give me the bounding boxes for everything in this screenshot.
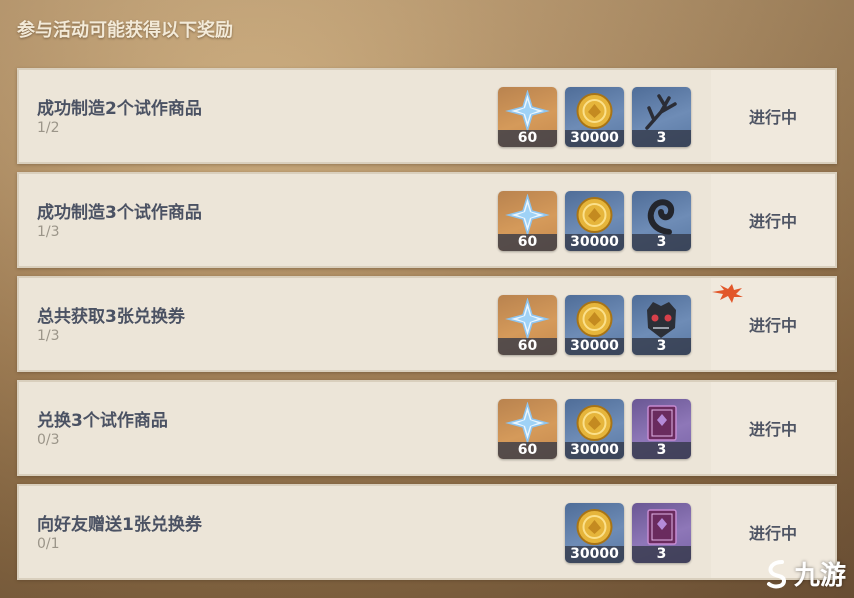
page-title: 参与活动可能获得以下奖励 (17, 20, 233, 41)
task-row: 成功制造3个试作商品 1/3 60 30000 3 进行中 (17, 172, 837, 268)
status-area: 进行中 (711, 174, 835, 266)
reward-item[interactable]: 3 (632, 399, 691, 459)
reward-count: 30000 (565, 546, 624, 563)
task-title: 向好友赠送1张兑换券 (37, 515, 202, 535)
reward-items: 60 30000 3 (498, 191, 691, 251)
status-area: 进行中 (711, 70, 835, 162)
maple-leaf-icon (712, 284, 743, 303)
task-progress: 1/3 (37, 224, 60, 240)
reward-task-list: 成功制造2个试作商品 1/2 60 30000 3 进行中 成功制造3个试作商品 1/3 60 3… (17, 68, 837, 588)
reward-item[interactable]: 60 (498, 399, 557, 459)
reward-item[interactable]: 60 (498, 87, 557, 147)
reward-items: 60 30000 3 (498, 87, 691, 147)
status-label: 进行中 (748, 108, 797, 127)
task-row: 兑换3个试作商品 0/3 60 30000 3 进行中 (17, 380, 837, 476)
watermark-text: 九游 (793, 561, 846, 591)
task-progress: 0/1 (37, 536, 60, 552)
reward-count: 60 (498, 442, 557, 459)
reward-item[interactable]: 3 (632, 295, 691, 355)
reward-count: 3 (632, 130, 691, 147)
status-label: 进行中 (748, 212, 797, 231)
reward-item[interactable]: 30000 (565, 503, 624, 563)
reward-count: 60 (498, 338, 557, 355)
reward-count: 60 (498, 234, 557, 251)
task-progress: 1/2 (37, 120, 60, 136)
reward-count: 3 (632, 338, 691, 355)
reward-count: 3 (632, 234, 691, 251)
reward-item[interactable]: 3 (632, 503, 691, 563)
reward-item[interactable]: 3 (632, 191, 691, 251)
reward-item[interactable]: 3 (632, 87, 691, 147)
reward-item[interactable]: 60 (498, 191, 557, 251)
reward-items: 60 30000 3 (498, 295, 691, 355)
task-title: 总共获取3张兑换券 (37, 307, 185, 327)
reward-item[interactable]: 30000 (565, 191, 624, 251)
reward-items: 60 30000 3 (498, 399, 691, 459)
status-area: 进行中 (711, 382, 835, 474)
reward-item[interactable]: 30000 (565, 87, 624, 147)
status-label: 进行中 (748, 420, 797, 439)
task-row: 成功制造2个试作商品 1/2 60 30000 3 进行中 (17, 68, 837, 164)
task-title: 成功制造3个试作商品 (37, 203, 202, 223)
task-progress: 1/3 (37, 328, 60, 344)
reward-count: 30000 (565, 130, 624, 147)
reward-count: 30000 (565, 234, 624, 251)
reward-count: 3 (632, 546, 691, 563)
task-progress: 0/3 (37, 432, 60, 448)
reward-items: 30000 3 (565, 503, 691, 563)
reward-count: 60 (498, 130, 557, 147)
task-row: 向好友赠送1张兑换券 0/1 30000 3 进行中 (17, 484, 837, 580)
task-title: 成功制造2个试作商品 (37, 99, 202, 119)
reward-item[interactable]: 60 (498, 295, 557, 355)
status-label: 进行中 (748, 524, 797, 543)
task-title: 兑换3个试作商品 (37, 411, 168, 431)
reward-count: 30000 (565, 442, 624, 459)
reward-item[interactable]: 30000 (565, 295, 624, 355)
watermark: 九游 (764, 555, 846, 592)
reward-item[interactable]: 30000 (565, 399, 624, 459)
reward-count: 3 (632, 442, 691, 459)
status-label: 进行中 (748, 316, 797, 335)
reward-count: 30000 (565, 338, 624, 355)
watermark-logo-icon (766, 559, 786, 588)
